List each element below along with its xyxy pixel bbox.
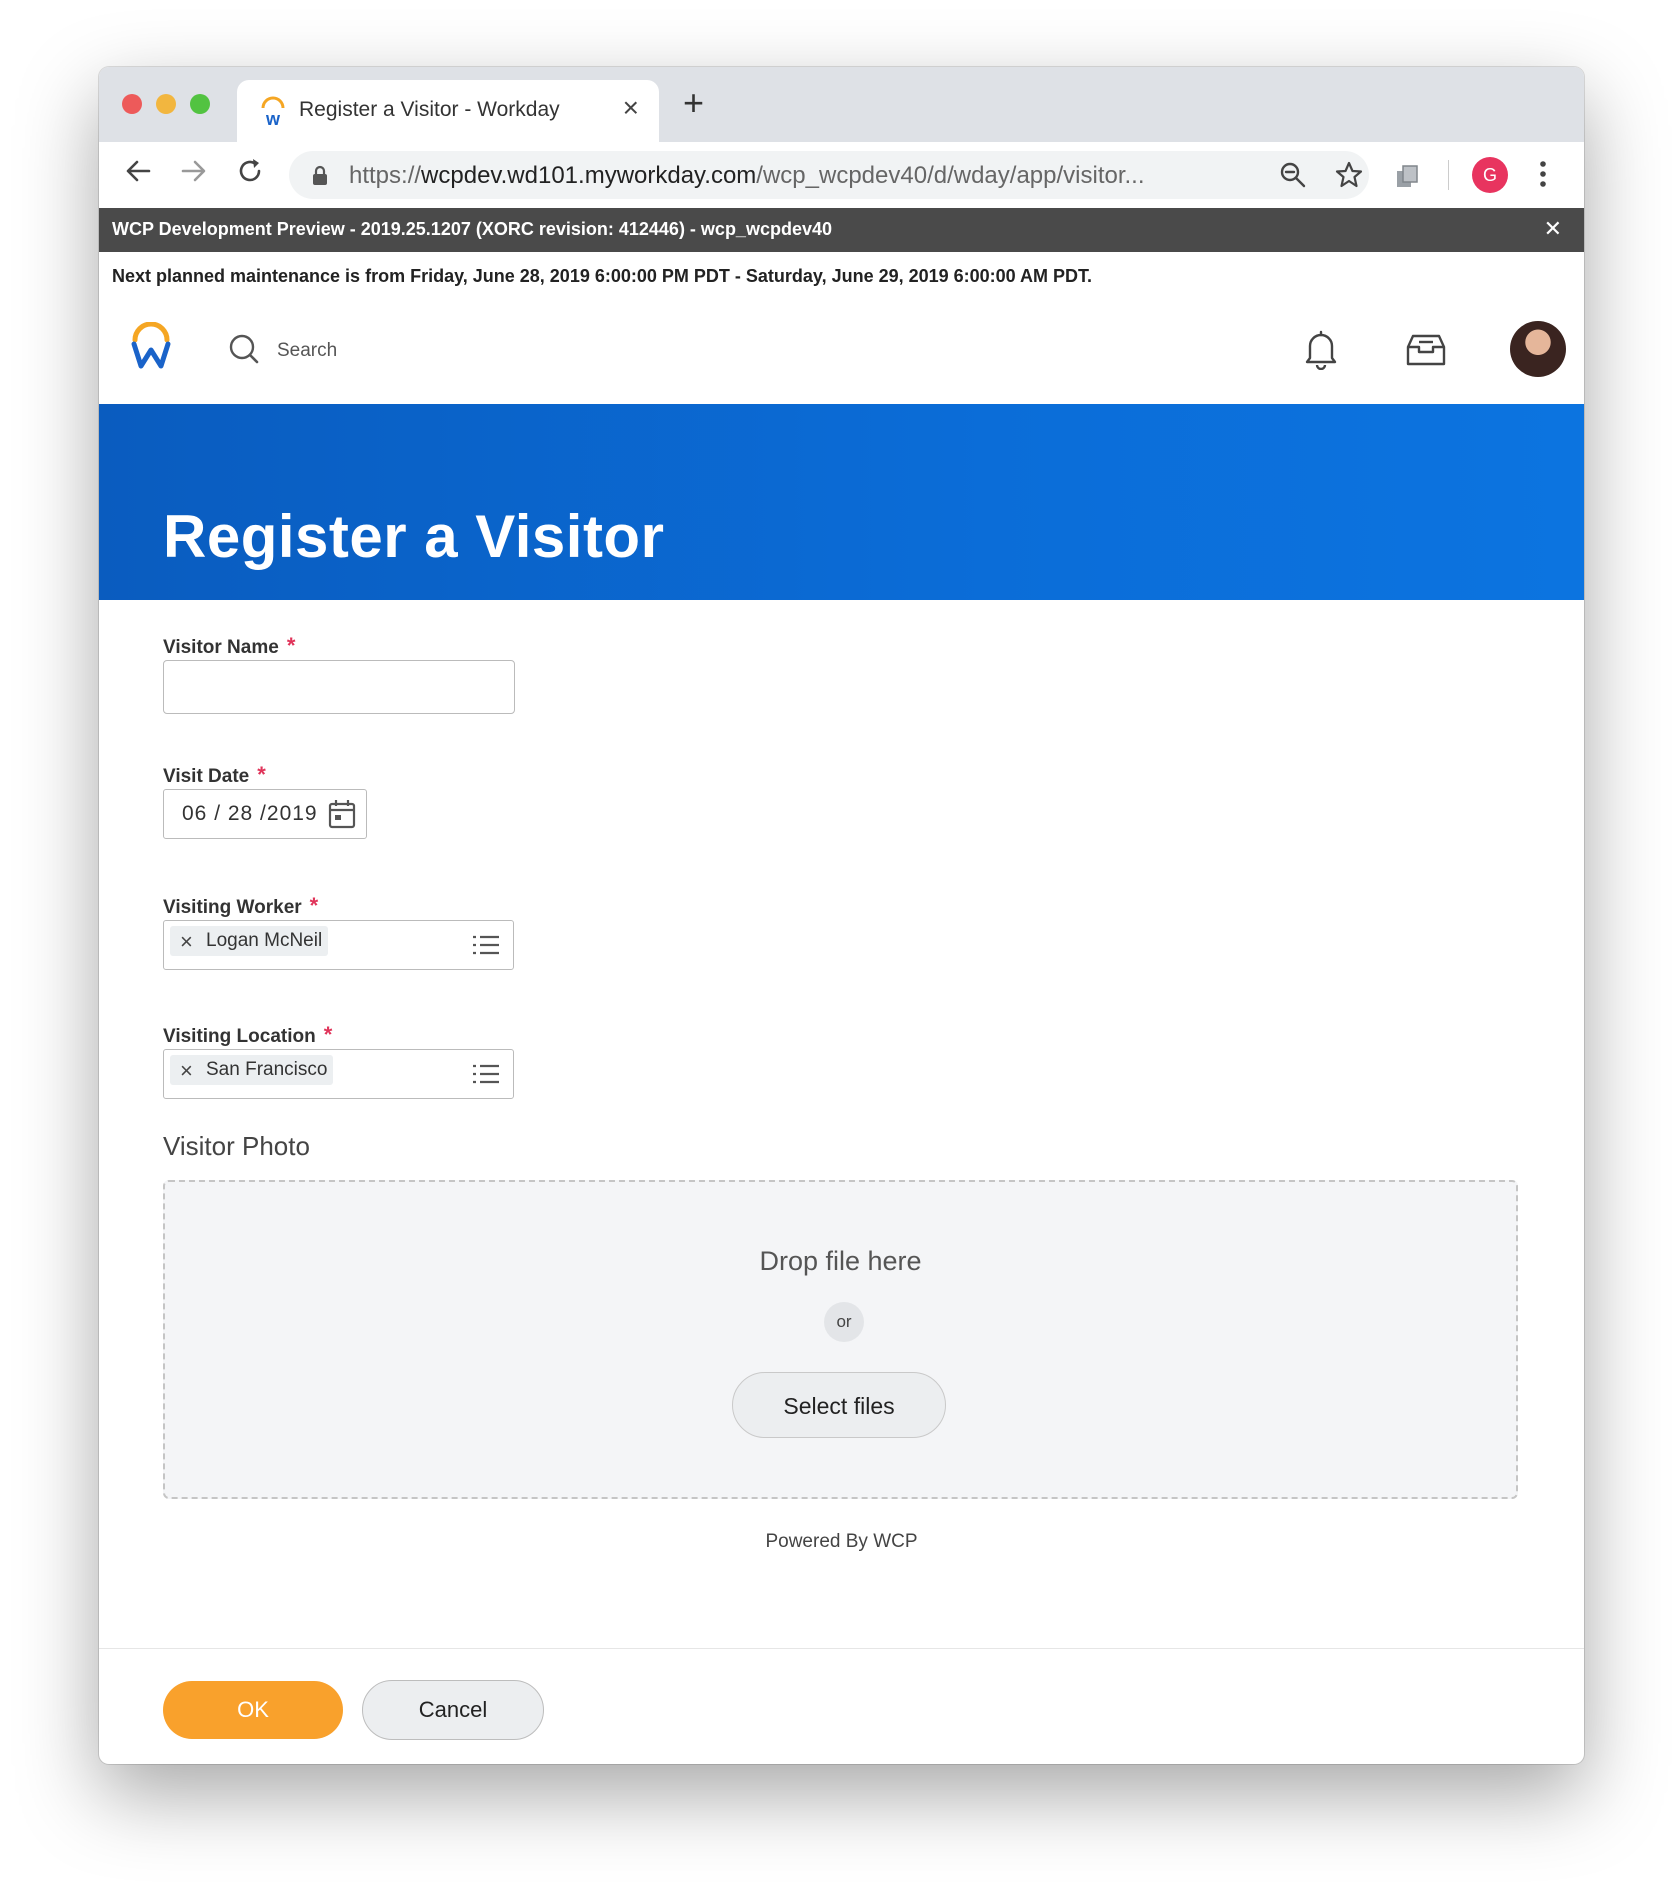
file-drop-zone[interactable]: Drop file here or Select files xyxy=(163,1180,1518,1499)
ok-button[interactable]: OK xyxy=(163,1681,343,1739)
page-hero: Register a Visitor xyxy=(99,404,1584,600)
maximize-window-button[interactable] xyxy=(190,94,210,114)
search-icon[interactable] xyxy=(228,333,260,365)
lock-icon xyxy=(313,165,327,185)
close-window-button[interactable] xyxy=(122,94,142,114)
maintenance-banner: Next planned maintenance is from Friday,… xyxy=(99,252,1584,301)
footer-divider xyxy=(99,1648,1584,1649)
browser-tab[interactable]: w Register a Visitor - Workday × xyxy=(237,80,659,142)
banner-close-icon[interactable]: ✕ xyxy=(1544,216,1562,242)
minimize-window-button[interactable] xyxy=(156,94,176,114)
notification-bell-icon[interactable] xyxy=(1304,328,1338,370)
zoom-icon[interactable] xyxy=(1279,161,1307,189)
bookmark-star-icon[interactable] xyxy=(1335,161,1363,189)
url-scheme: https:// xyxy=(349,162,422,189)
visiting-location-prompt[interactable]: × San Francisco xyxy=(163,1049,514,1099)
extension-icon[interactable] xyxy=(1394,162,1422,190)
visit-date-value: 06 / 28 /2019 xyxy=(182,802,318,825)
remove-worker-icon[interactable]: × xyxy=(180,929,193,955)
back-arrow-icon[interactable] xyxy=(123,156,153,186)
tab-title: Register a Visitor - Workday xyxy=(299,98,560,121)
url-text: https://wcpdev.wd101.myworkday.com/wcp_w… xyxy=(349,162,1145,190)
url-path: /wcp_wcpdev40/d/wday/app/visitor... xyxy=(756,162,1145,189)
dev-preview-text: WCP Development Preview - 2019.25.1207 (… xyxy=(112,219,832,239)
powered-by-text: Powered By WCP xyxy=(765,1531,918,1552)
tab-strip: w Register a Visitor - Workday × + xyxy=(99,67,1584,142)
toolbar-divider xyxy=(1448,160,1449,190)
user-avatar[interactable] xyxy=(1510,321,1566,377)
visiting-worker-label: Visiting Worker * xyxy=(163,893,318,919)
new-tab-button[interactable]: + xyxy=(683,85,704,121)
or-badge: or xyxy=(824,1302,864,1342)
visiting-worker-prompt[interactable]: × Logan McNeil xyxy=(163,920,514,970)
visit-date-label-text: Visit Date xyxy=(163,766,250,787)
prompt-list-icon[interactable] xyxy=(473,934,499,956)
remove-location-icon[interactable]: × xyxy=(180,1058,193,1084)
workday-logo-icon[interactable] xyxy=(129,322,173,370)
select-files-button[interactable]: Select files xyxy=(732,1372,946,1438)
inbox-icon[interactable] xyxy=(1405,333,1447,367)
visitor-name-label-text: Visitor Name xyxy=(163,637,279,658)
visit-date-label: Visit Date * xyxy=(163,762,266,788)
visitor-name-label: Visitor Name * xyxy=(163,633,295,659)
required-asterisk: * xyxy=(286,633,296,658)
browser-toolbar: https://wcpdev.wd101.myworkday.com/wcp_w… xyxy=(99,142,1584,208)
required-asterisk: * xyxy=(257,762,266,787)
visiting-location-label: Visiting Location * xyxy=(163,1022,332,1048)
app-header: Search xyxy=(99,300,1584,404)
visit-date-input[interactable]: 06 / 28 /2019 xyxy=(163,789,367,839)
address-bar[interactable]: https://wcpdev.wd101.myworkday.com/wcp_w… xyxy=(289,151,1369,199)
workday-favicon-icon: w xyxy=(261,96,285,128)
selected-location-pill: × San Francisco xyxy=(170,1055,334,1085)
visiting-worker-label-text: Visiting Worker xyxy=(163,897,302,918)
tab-close-icon[interactable]: × xyxy=(623,94,639,122)
browser-menu-icon[interactable] xyxy=(1539,158,1547,190)
visitor-photo-label: Visitor Photo xyxy=(163,1131,310,1161)
svg-text:w: w xyxy=(265,109,281,128)
page-title: Register a Visitor xyxy=(163,503,665,570)
required-asterisk: * xyxy=(323,1022,333,1047)
selected-location-text: San Francisco xyxy=(206,1059,328,1080)
maintenance-text: Next planned maintenance is from Friday,… xyxy=(112,266,1093,286)
search-input[interactable]: Search xyxy=(277,340,337,362)
browser-window: w Register a Visitor - Workday × + https… xyxy=(99,67,1584,1764)
dev-preview-banner: WCP Development Preview - 2019.25.1207 (… xyxy=(99,208,1584,252)
required-asterisk: * xyxy=(309,893,319,918)
drop-file-text: Drop file here xyxy=(759,1246,922,1276)
visitor-name-input[interactable] xyxy=(163,660,515,714)
selected-worker-pill: × Logan McNeil xyxy=(170,926,329,956)
calendar-icon[interactable] xyxy=(328,799,356,829)
cancel-button[interactable]: Cancel xyxy=(362,1680,544,1740)
prompt-list-icon[interactable] xyxy=(473,1063,499,1085)
profile-avatar[interactable]: G xyxy=(1472,157,1508,193)
url-host: wcpdev.wd101.myworkday.com xyxy=(421,162,757,189)
selected-worker-text: Logan McNeil xyxy=(206,930,323,951)
visiting-location-label-text: Visiting Location xyxy=(163,1026,316,1047)
reload-icon[interactable] xyxy=(235,156,265,186)
forward-arrow-icon[interactable] xyxy=(179,156,209,186)
